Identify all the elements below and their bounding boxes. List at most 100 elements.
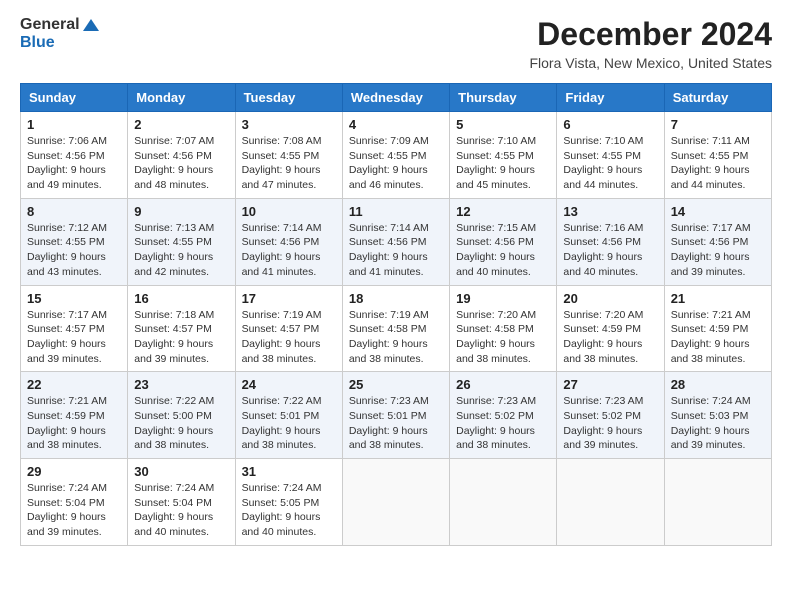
day-number: 12 xyxy=(456,204,550,219)
day-info: Sunrise: 7:24 AM Sunset: 5:03 PM Dayligh… xyxy=(671,394,765,453)
day-number: 6 xyxy=(563,117,657,132)
weekday-header-wednesday: Wednesday xyxy=(342,84,449,112)
calendar-day-cell: 20Sunrise: 7:20 AM Sunset: 4:59 PM Dayli… xyxy=(557,285,664,372)
calendar-day-cell: 1Sunrise: 7:06 AM Sunset: 4:56 PM Daylig… xyxy=(21,112,128,199)
day-info: Sunrise: 7:17 AM Sunset: 4:56 PM Dayligh… xyxy=(671,221,765,280)
day-info: Sunrise: 7:18 AM Sunset: 4:57 PM Dayligh… xyxy=(134,308,228,367)
calendar-table: SundayMondayTuesdayWednesdayThursdayFrid… xyxy=(20,83,772,546)
day-info: Sunrise: 7:19 AM Sunset: 4:58 PM Dayligh… xyxy=(349,308,443,367)
day-number: 5 xyxy=(456,117,550,132)
calendar-day-cell: 26Sunrise: 7:23 AM Sunset: 5:02 PM Dayli… xyxy=(450,372,557,459)
day-number: 14 xyxy=(671,204,765,219)
day-info: Sunrise: 7:24 AM Sunset: 5:04 PM Dayligh… xyxy=(134,481,228,540)
calendar-day-cell: 2 Sunrise: 7:07 AM Sunset: 4:56 PM Daylig… xyxy=(128,112,235,199)
day-info: Sunrise: 7:20 AM Sunset: 4:58 PM Dayligh… xyxy=(456,308,550,367)
calendar-day-cell: 10 Sunrise: 7:14 AM Sunset: 4:56 PM Dayli… xyxy=(235,198,342,285)
empty-cell xyxy=(342,459,449,546)
day-number: 22 xyxy=(27,377,121,392)
calendar-day-cell: 30Sunrise: 7:24 AM Sunset: 5:04 PM Dayli… xyxy=(128,459,235,546)
calendar-day-cell: 3 Sunrise: 7:08 AM Sunset: 4:55 PM Daylig… xyxy=(235,112,342,199)
day-info: Sunrise: 7:09 AM Sunset: 4:55 PM Dayligh… xyxy=(349,134,443,193)
calendar-day-cell: 8 Sunrise: 7:12 AM Sunset: 4:55 PM Daylig… xyxy=(21,198,128,285)
calendar-day-cell: 25Sunrise: 7:23 AM Sunset: 5:01 PM Dayli… xyxy=(342,372,449,459)
day-number: 19 xyxy=(456,291,550,306)
day-number: 15 xyxy=(27,291,121,306)
day-number: 8 xyxy=(27,204,121,219)
calendar-week-row: 22 Sunrise: 7:21 AM Sunset: 4:59 PM Dayli… xyxy=(21,372,772,459)
day-number: 7 xyxy=(671,117,765,132)
day-info: Sunrise: 7:14 AM Sunset: 4:56 PM Dayligh… xyxy=(242,221,336,280)
day-info: Sunrise: 7:21 AM Sunset: 4:59 PM Dayligh… xyxy=(27,394,121,453)
day-number: 29 xyxy=(27,464,121,479)
day-number: 21 xyxy=(671,291,765,306)
calendar-day-cell: 31 Sunrise: 7:24 AM Sunset: 5:05 PM Dayli… xyxy=(235,459,342,546)
empty-cell xyxy=(557,459,664,546)
calendar-day-cell: 5 Sunrise: 7:10 AM Sunset: 4:55 PM Daylig… xyxy=(450,112,557,199)
day-number: 10 xyxy=(242,204,336,219)
calendar-day-cell: 15 Sunrise: 7:17 AM Sunset: 4:57 PM Dayli… xyxy=(21,285,128,372)
day-info: Sunrise: 7:16 AM Sunset: 4:56 PM Dayligh… xyxy=(563,221,657,280)
calendar-day-cell: 16 Sunrise: 7:18 AM Sunset: 4:57 PM Dayli… xyxy=(128,285,235,372)
day-info: Sunrise: 7:07 AM Sunset: 4:56 PM Dayligh… xyxy=(134,134,228,193)
day-info: Sunrise: 7:11 AM Sunset: 4:55 PM Dayligh… xyxy=(671,134,765,193)
calendar-day-cell: 4 Sunrise: 7:09 AM Sunset: 4:55 PM Daylig… xyxy=(342,112,449,199)
calendar-day-cell: 17Sunrise: 7:19 AM Sunset: 4:57 PM Dayli… xyxy=(235,285,342,372)
day-info: Sunrise: 7:14 AM Sunset: 4:56 PM Dayligh… xyxy=(349,221,443,280)
month-title: December 2024 xyxy=(529,16,772,53)
day-number: 2 xyxy=(134,117,228,132)
day-number: 3 xyxy=(242,117,336,132)
calendar-day-cell: 11 Sunrise: 7:14 AM Sunset: 4:56 PM Dayli… xyxy=(342,198,449,285)
day-info: Sunrise: 7:23 AM Sunset: 5:02 PM Dayligh… xyxy=(456,394,550,453)
weekday-header-tuesday: Tuesday xyxy=(235,84,342,112)
calendar-day-cell: 12Sunrise: 7:15 AM Sunset: 4:56 PM Dayli… xyxy=(450,198,557,285)
weekday-header-sunday: Sunday xyxy=(21,84,128,112)
day-info: Sunrise: 7:17 AM Sunset: 4:57 PM Dayligh… xyxy=(27,308,121,367)
day-info: Sunrise: 7:08 AM Sunset: 4:55 PM Dayligh… xyxy=(242,134,336,193)
calendar-week-row: 29 Sunrise: 7:24 AM Sunset: 5:04 PM Dayli… xyxy=(21,459,772,546)
calendar-day-cell: 24Sunrise: 7:22 AM Sunset: 5:01 PM Dayli… xyxy=(235,372,342,459)
calendar-day-cell: 6Sunrise: 7:10 AM Sunset: 4:55 PM Daylig… xyxy=(557,112,664,199)
calendar-week-row: 8 Sunrise: 7:12 AM Sunset: 4:55 PM Daylig… xyxy=(21,198,772,285)
calendar-day-cell: 21 Sunrise: 7:21 AM Sunset: 4:59 PM Dayli… xyxy=(664,285,771,372)
empty-cell xyxy=(450,459,557,546)
weekday-header-friday: Friday xyxy=(557,84,664,112)
title-block: December 2024 Flora Vista, New Mexico, U… xyxy=(529,16,772,71)
day-number: 4 xyxy=(349,117,443,132)
calendar-day-cell: 18 Sunrise: 7:19 AM Sunset: 4:58 PM Dayli… xyxy=(342,285,449,372)
logo-line2: Blue xyxy=(20,34,99,52)
day-number: 13 xyxy=(563,204,657,219)
day-number: 16 xyxy=(134,291,228,306)
day-info: Sunrise: 7:20 AM Sunset: 4:59 PM Dayligh… xyxy=(563,308,657,367)
empty-cell xyxy=(664,459,771,546)
day-info: Sunrise: 7:23 AM Sunset: 5:02 PM Dayligh… xyxy=(563,394,657,453)
day-info: Sunrise: 7:12 AM Sunset: 4:55 PM Dayligh… xyxy=(27,221,121,280)
day-info: Sunrise: 7:10 AM Sunset: 4:55 PM Dayligh… xyxy=(456,134,550,193)
calendar-day-cell: 7 Sunrise: 7:11 AM Sunset: 4:55 PM Daylig… xyxy=(664,112,771,199)
day-number: 31 xyxy=(242,464,336,479)
calendar-day-cell: 27 Sunrise: 7:23 AM Sunset: 5:02 PM Dayli… xyxy=(557,372,664,459)
day-number: 23 xyxy=(134,377,228,392)
day-number: 24 xyxy=(242,377,336,392)
day-info: Sunrise: 7:21 AM Sunset: 4:59 PM Dayligh… xyxy=(671,308,765,367)
day-number: 18 xyxy=(349,291,443,306)
calendar-day-cell: 13 Sunrise: 7:16 AM Sunset: 4:56 PM Dayli… xyxy=(557,198,664,285)
logo-line1: General xyxy=(20,16,99,34)
day-number: 9 xyxy=(134,204,228,219)
day-number: 27 xyxy=(563,377,657,392)
day-info: Sunrise: 7:13 AM Sunset: 4:55 PM Dayligh… xyxy=(134,221,228,280)
day-number: 11 xyxy=(349,204,443,219)
calendar-day-cell: 29 Sunrise: 7:24 AM Sunset: 5:04 PM Dayli… xyxy=(21,459,128,546)
calendar-day-cell: 28Sunrise: 7:24 AM Sunset: 5:03 PM Dayli… xyxy=(664,372,771,459)
day-info: Sunrise: 7:24 AM Sunset: 5:05 PM Dayligh… xyxy=(242,481,336,540)
weekday-header-thursday: Thursday xyxy=(450,84,557,112)
day-info: Sunrise: 7:24 AM Sunset: 5:04 PM Dayligh… xyxy=(27,481,121,540)
calendar-day-cell: 9 Sunrise: 7:13 AM Sunset: 4:55 PM Daylig… xyxy=(128,198,235,285)
location-text: Flora Vista, New Mexico, United States xyxy=(529,55,772,71)
calendar-day-cell: 19 Sunrise: 7:20 AM Sunset: 4:58 PM Dayli… xyxy=(450,285,557,372)
logo: General Blue xyxy=(20,16,99,51)
day-number: 17 xyxy=(242,291,336,306)
calendar-day-cell: 23Sunrise: 7:22 AM Sunset: 5:00 PM Dayli… xyxy=(128,372,235,459)
calendar-week-row: 1Sunrise: 7:06 AM Sunset: 4:56 PM Daylig… xyxy=(21,112,772,199)
day-info: Sunrise: 7:06 AM Sunset: 4:56 PM Dayligh… xyxy=(27,134,121,193)
weekday-header-monday: Monday xyxy=(128,84,235,112)
